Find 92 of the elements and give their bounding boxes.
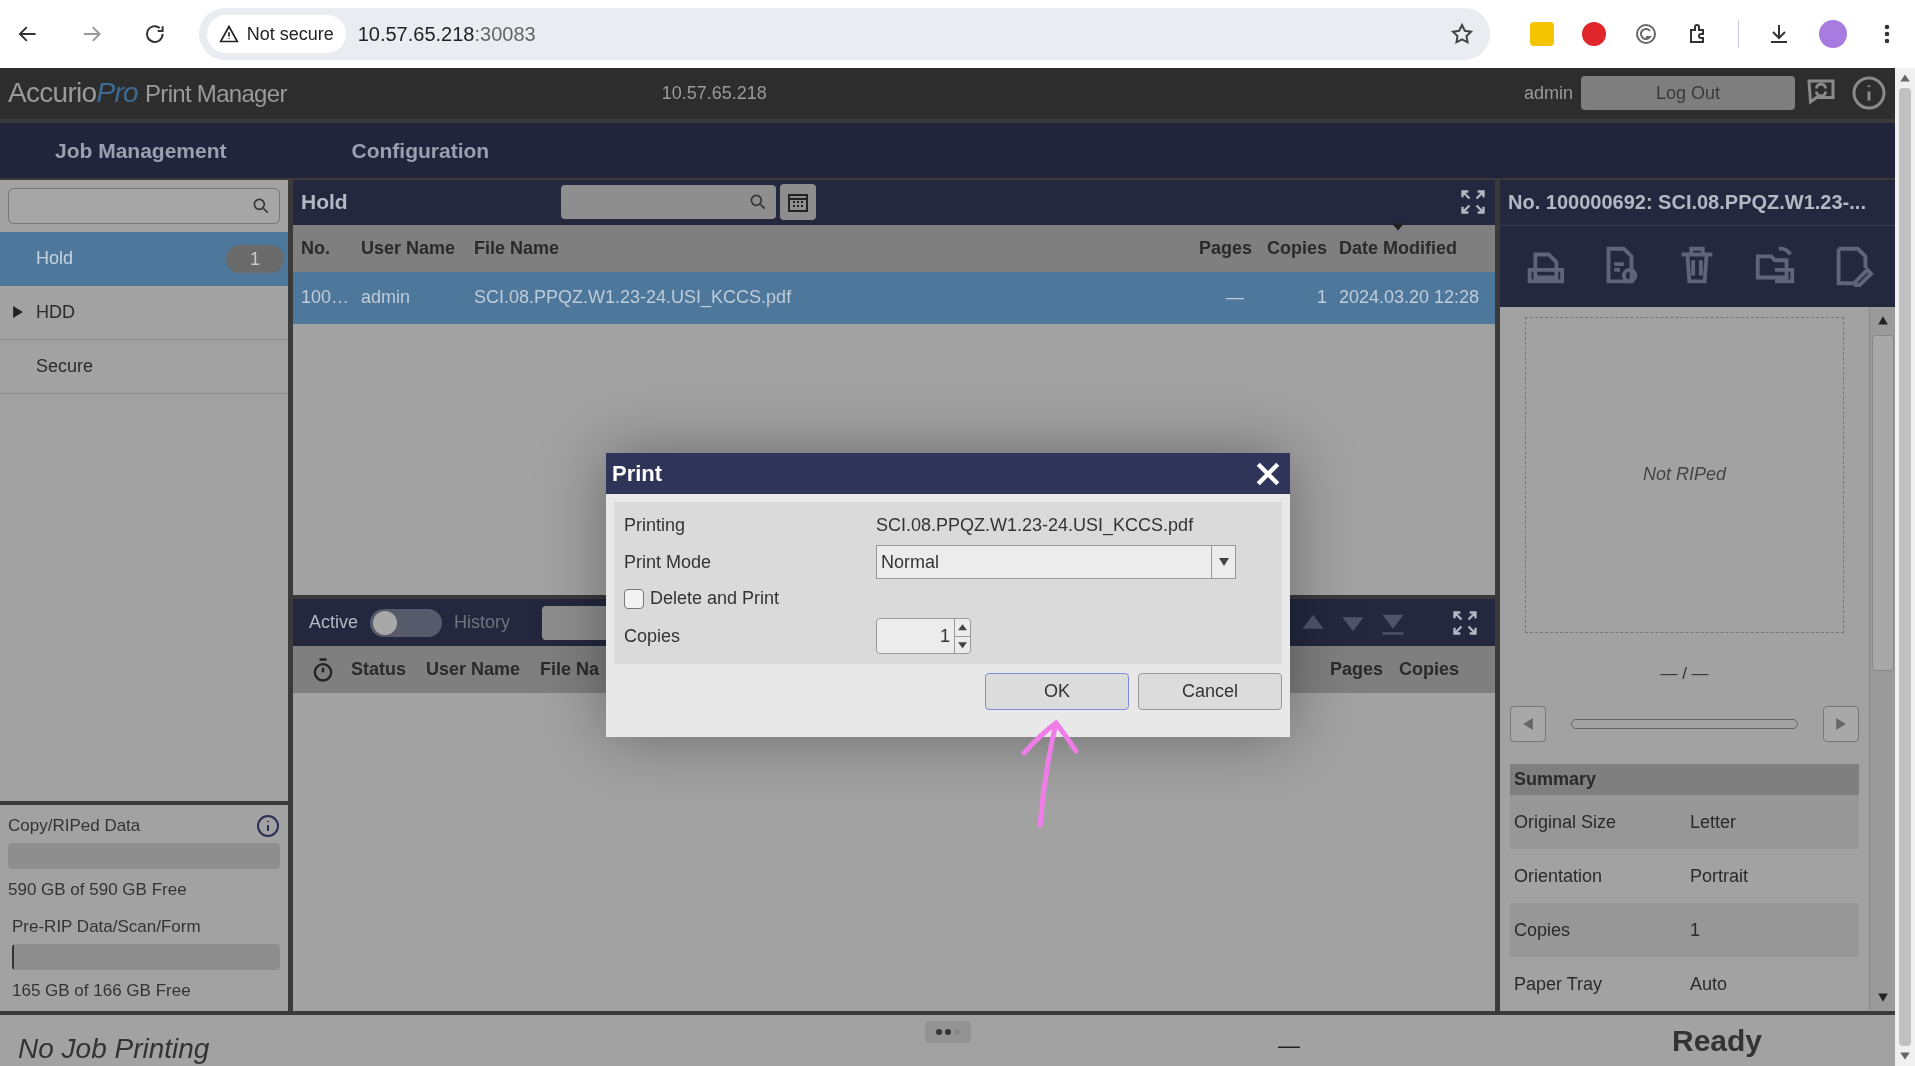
logout-button[interactable]: Log Out (1581, 76, 1795, 111)
info-icon[interactable] (1851, 75, 1887, 112)
count-badge: 1 (226, 244, 284, 273)
summary-value: Portrait (1690, 864, 1749, 888)
star-icon[interactable] (1450, 22, 1474, 46)
column-header[interactable]: Pages (1329, 656, 1383, 684)
sidebar-item[interactable]: Secure (0, 339, 288, 394)
close-icon[interactable] (1255, 460, 1281, 487)
host-address: 10.57.65.218 (661, 81, 767, 105)
storage-label: Copy/RIPed Data (8, 815, 141, 838)
reload-icon[interactable] (143, 22, 167, 46)
ok-button[interactable]: OK (985, 673, 1129, 710)
summary-label: Original Size (1514, 810, 1618, 834)
table-cell-text: SCI.08.PPQZ.W1.23-24.USI_KCCS.pdf (474, 286, 793, 310)
table-cell-text: 1 (1317, 286, 1327, 310)
printer-state: Ready (1672, 1023, 1763, 1060)
column-header[interactable]: Copies (1399, 656, 1459, 684)
app-logo: AccurioPro Print Manager (8, 76, 287, 111)
cancel-button[interactable]: Cancel (1138, 673, 1282, 710)
field-label: Printing (624, 514, 687, 537)
summary-value: Letter (1690, 810, 1737, 834)
expand-caret-icon[interactable] (12, 306, 24, 319)
job-title: No. 100000692: SCI.08.PPQZ.W1.23-... (1508, 190, 1866, 216)
summary-label: Copies (1514, 918, 1572, 942)
checkbox-label: Delete and Print (650, 587, 780, 610)
nav-tab[interactable]: Job Management (0, 122, 297, 178)
panel-resize-handle[interactable] (925, 1021, 971, 1044)
storage-free-text: 165 GB of 166 GB Free (12, 979, 192, 1002)
active-history-toggle[interactable] (370, 608, 443, 637)
column-header[interactable]: No. (301, 234, 361, 262)
column-header[interactable]: File Name (474, 234, 1172, 262)
panel-title: Hold (301, 189, 349, 216)
expand-icon[interactable] (1451, 608, 1479, 637)
sort-indicator-icon (1392, 222, 1404, 231)
table-row[interactable]: 100… admin SCI.08.PPQZ.W1.23-24.USI_KCCS.pdf — 1 2024.03.20 12:28 (293, 271, 1495, 324)
summary-label: Orientation (1514, 864, 1604, 888)
scroll-down-icon[interactable] (1899, 1050, 1911, 1062)
column-header[interactable]: Copies (1267, 234, 1327, 262)
toggle-label: History (454, 611, 511, 635)
dialog-title: Print (612, 460, 663, 488)
next-page-button[interactable] (1823, 706, 1859, 743)
column-header[interactable]: Pages (1198, 234, 1252, 262)
printing-status: No Job Printing (18, 1032, 210, 1066)
print-mode-dropdown[interactable]: Normal (876, 545, 1236, 579)
table-cell-text: admin (361, 286, 412, 310)
sidebar-item[interactable]: Hold 1 (0, 231, 288, 286)
address-bar[interactable]: Not secure 10.57.65.218:30083 (198, 8, 1490, 60)
scrollbar[interactable] (1869, 306, 1895, 1012)
table-cell-text: 2024.03.20 12:28 (1338, 286, 1481, 310)
expand-icon[interactable] (1459, 188, 1487, 217)
toggle-label: Active (309, 611, 359, 635)
dropdown-arrow-icon (1218, 558, 1229, 566)
field-label: Print Mode (624, 550, 713, 574)
summary-heading: Summary (1514, 768, 1597, 792)
column-header[interactable]: Status (351, 656, 406, 684)
page-indicator: — / — (1660, 662, 1709, 685)
scroll-up-icon[interactable] (1899, 72, 1911, 84)
search-field[interactable] (8, 187, 280, 224)
copies-spinner[interactable]: 1 (876, 618, 971, 654)
profile-avatar[interactable] (1819, 20, 1847, 48)
sidebar-item[interactable]: HDD (0, 285, 288, 340)
status-dash: — (1278, 1032, 1300, 1061)
summary-label: Paper Tray (1514, 972, 1604, 996)
summary-value: Auto (1690, 972, 1728, 996)
file-name: SCI.08.PPQZ.W1.23-24.USI_KCCS.pdf (876, 514, 1195, 538)
search-field[interactable] (561, 185, 776, 220)
preview-status: Not RIPed (1642, 463, 1726, 487)
info-icon[interactable] (256, 813, 280, 838)
security-chip[interactable]: Not secure (206, 15, 346, 53)
scroll-down-icon[interactable] (1876, 991, 1889, 1004)
scroll-up-icon[interactable] (1876, 314, 1889, 327)
storage-free-text: 590 GB of 590 GB Free (8, 878, 188, 901)
summary-value: 1 (1690, 918, 1700, 942)
nav-tab[interactable]: Configuration (296, 122, 545, 178)
user-name: admin (1523, 81, 1573, 105)
left-arrow-icon (1522, 718, 1534, 731)
column-header[interactable]: Date Modified (1327, 234, 1487, 262)
right-arrow-icon (1835, 718, 1847, 731)
column-header[interactable]: File Na (540, 656, 600, 684)
calendar-button[interactable] (780, 184, 816, 221)
column-header[interactable]: User Name (361, 234, 474, 262)
table-cell-text: 100… (301, 286, 351, 310)
column-header[interactable]: User Name (426, 656, 521, 684)
storage-label: Pre-RIP Data/Scan/Form (12, 916, 201, 939)
url-text: 10.57.65.218:30083 (357, 22, 536, 47)
previous-page-button[interactable] (1510, 706, 1546, 743)
warning-icon (218, 24, 239, 44)
scrollbar[interactable] (1895, 68, 1915, 1066)
checkbox[interactable] (624, 588, 644, 609)
extension-icon[interactable] (1634, 22, 1658, 46)
table-cell-text: — (1226, 286, 1245, 310)
field-label: Copies (624, 624, 682, 648)
